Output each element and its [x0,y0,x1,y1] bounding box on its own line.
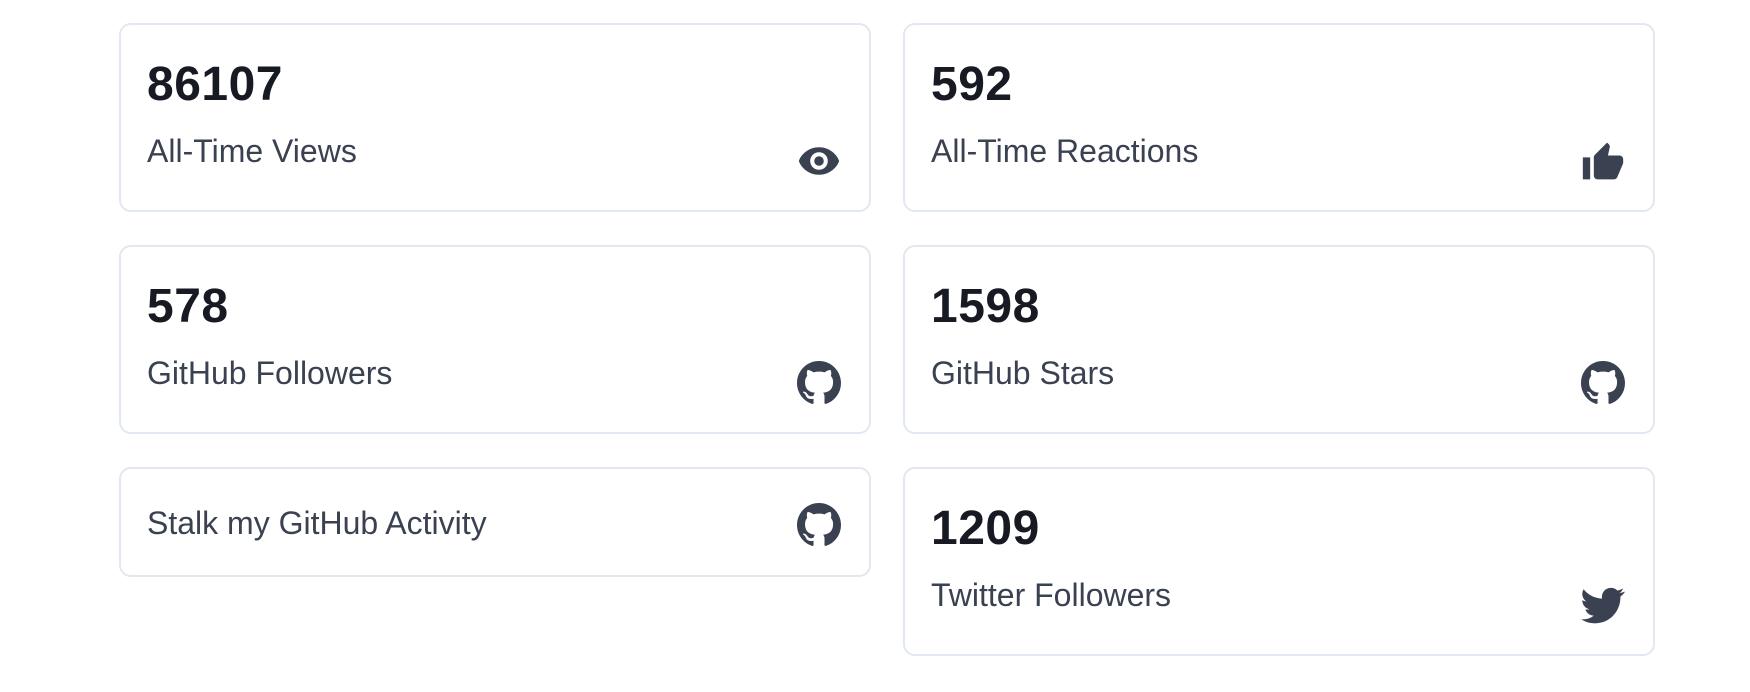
eye-icon [797,139,841,183]
github-activity-link[interactable]: Stalk my GitHub Activity [119,467,871,577]
stat-label: All-Time Reactions [931,133,1199,169]
stat-label: GitHub Followers [147,355,393,391]
stat-card-github-followers: 578 GitHub Followers [119,245,871,434]
stat-value: 578 [147,280,229,333]
thumbs-up-icon [1581,139,1625,183]
stat-card-reactions: 592 All-Time Reactions [903,23,1655,212]
twitter-icon [1581,583,1625,627]
stat-card-views: 86107 All-Time Views [119,23,871,212]
stat-value: 592 [931,58,1013,111]
stat-value: 1598 [931,280,1040,333]
stat-card-twitter-followers: 1209 Twitter Followers [903,467,1655,656]
github-activity-label: Stalk my GitHub Activity [147,505,487,541]
stat-label: All-Time Views [147,133,357,169]
stat-value: 86107 [147,58,283,111]
github-icon [797,361,841,405]
stats-grid: 86107 All-Time Views 592 All-Time Reacti… [119,23,1655,656]
github-icon [797,503,841,547]
stat-value: 1209 [931,502,1040,555]
github-icon [1581,361,1625,405]
stat-label: Twitter Followers [931,577,1172,613]
stat-label: GitHub Stars [931,355,1115,391]
stat-card-github-stars: 1598 GitHub Stars [903,245,1655,434]
